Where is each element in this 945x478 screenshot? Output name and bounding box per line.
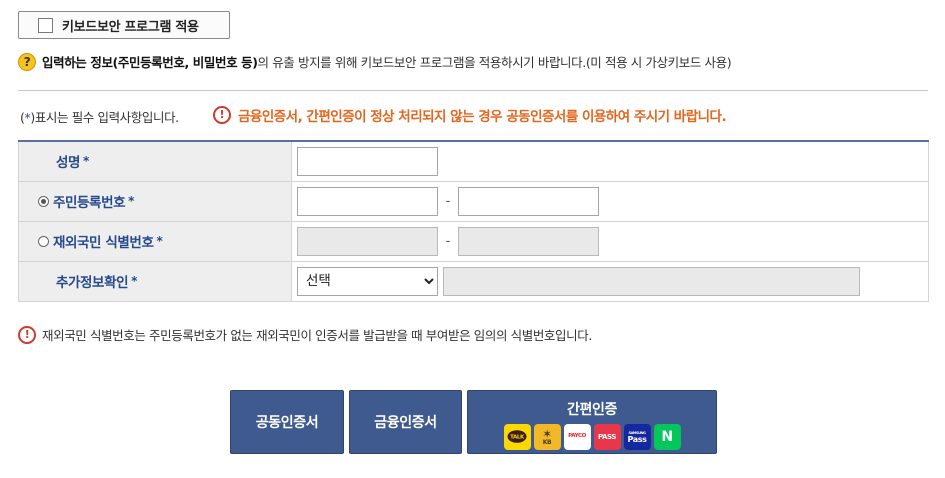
rrn-field-cell: - bbox=[291, 180, 929, 222]
foreigner-notice-text: 재외국민 식별번호는 주민등록번호가 없는 재외국민이 인증서를 발급받을 때 … bbox=[42, 328, 592, 343]
required-star: * bbox=[156, 234, 163, 248]
extra-info-detail-input bbox=[443, 266, 860, 296]
rrn-label: 주민등록번호 bbox=[53, 195, 126, 211]
keyboard-security-checkbox[interactable]: 키보드보안 프로그램 적용 bbox=[18, 11, 230, 39]
foreigner-id-radio[interactable] bbox=[38, 235, 49, 247]
payco-icon: PAYCO bbox=[563, 424, 591, 450]
foreigner-id-back-input bbox=[458, 226, 599, 256]
foreigner-label-cell[interactable]: 재외국민 식별번호 * bbox=[18, 220, 292, 262]
pass-icon: PASS bbox=[593, 424, 621, 450]
foreigner-field-cell: - bbox=[291, 220, 929, 262]
kakao-talk-icon: TALK bbox=[503, 424, 531, 450]
warning-text: 금융인증서, 간편인증이 정상 처리되지 않는 경우 공동인증서를 이용하여 주… bbox=[238, 109, 727, 125]
kb-label: KB bbox=[542, 439, 552, 446]
joint-certificate-button[interactable]: 공동인증서 bbox=[230, 390, 344, 454]
foreigner-separator: - bbox=[445, 233, 451, 249]
exclamation-icon: ! bbox=[18, 325, 36, 344]
simple-auth-button[interactable]: 간편인증 TALK ✶ KB PAYCO PASS SAMSUNG Pass N bbox=[467, 390, 717, 454]
rrn-front-input[interactable] bbox=[297, 186, 438, 216]
naver-label: N bbox=[661, 429, 673, 445]
question-icon: ? bbox=[18, 52, 36, 71]
foreigner-id-front-input bbox=[297, 226, 438, 256]
checkbox-box[interactable] bbox=[38, 17, 53, 33]
pass-label: PASS bbox=[597, 432, 617, 441]
rrn-separator: - bbox=[445, 193, 451, 209]
name-label: 성명 bbox=[56, 155, 81, 172]
name-field-cell bbox=[291, 140, 929, 182]
name-label-cell: 성명 * bbox=[18, 140, 292, 182]
form-row-foreigner-id: 재외국민 식별번호 * - bbox=[18, 220, 929, 262]
financial-certificate-button[interactable]: 금융인증서 bbox=[349, 390, 462, 454]
form-row-name: 성명 * bbox=[18, 140, 929, 182]
rrn-back-input[interactable] bbox=[458, 186, 599, 216]
required-note: (*)표시는 필수 입력사항입니다. bbox=[20, 107, 179, 126]
kb-bank-icon: ✶ KB bbox=[533, 424, 561, 450]
name-input[interactable] bbox=[297, 146, 438, 176]
form-row-extra-info: 추가정보확인 * 선택 bbox=[18, 260, 929, 302]
extra-info-label: 추가정보확인 bbox=[56, 275, 129, 291]
identity-form: 성명 * 주민등록번호 * - 재외국민 식별번호 * - 추가정보확인 * 선… bbox=[18, 140, 929, 302]
required-note-text: 표시는 필수 입력사항입니다. bbox=[34, 110, 179, 125]
kakao-label: TALK bbox=[510, 435, 525, 441]
simple-auth-provider-logos: TALK ✶ KB PAYCO PASS SAMSUNG Pass N bbox=[502, 424, 682, 450]
payco-label: PAYCO bbox=[568, 433, 586, 440]
rrn-label-cell[interactable]: 주민등록번호 * bbox=[18, 180, 292, 222]
naver-icon: N bbox=[653, 424, 681, 450]
keyboard-security-notice: ? 입력하는 정보(주민등록번호, 비밀번호 등) 의 유출 방지를 위해 키보드… bbox=[18, 52, 732, 71]
notice-text: 의 유출 방지를 위해 키보드보안 프로그램을 적용하시기 바랍니다.(미 적용… bbox=[257, 55, 732, 70]
samsung-pass-label: Pass bbox=[627, 434, 647, 444]
joint-certificate-label: 공동인증서 bbox=[255, 415, 319, 431]
notice-bold-text: 입력하는 정보(주민등록번호, 비밀번호 등) bbox=[42, 55, 258, 70]
financial-certificate-label: 금융인증서 bbox=[374, 415, 437, 431]
required-star: * bbox=[128, 194, 135, 208]
certificate-warning: ! 금융인증서, 간편인증이 정상 처리되지 않는 경우 공동인증서를 이용하여… bbox=[213, 105, 727, 125]
simple-auth-label: 간편인증 bbox=[567, 402, 617, 418]
rrn-radio[interactable] bbox=[38, 195, 49, 207]
required-star: * bbox=[131, 274, 138, 288]
samsung-pass-icon: SAMSUNG Pass bbox=[623, 424, 651, 450]
foreigner-id-label: 재외국민 식별번호 bbox=[53, 235, 154, 251]
required-star: * bbox=[83, 154, 89, 169]
extra-field-cell: 선택 bbox=[291, 260, 929, 302]
keyboard-security-label: 키보드보안 프로그램 적용 bbox=[62, 19, 199, 35]
extra-info-select[interactable]: 선택 bbox=[297, 266, 438, 296]
exclamation-icon: ! bbox=[213, 106, 231, 124]
kakao-bubble-icon: TALK bbox=[507, 430, 527, 443]
extra-label-cell: 추가정보확인 * bbox=[18, 260, 292, 302]
form-row-rrn: 주민등록번호 * - bbox=[18, 180, 929, 222]
divider bbox=[18, 90, 928, 91]
foreigner-id-notice: ! 재외국민 식별번호는 주민등록번호가 없는 재외국민이 인증서를 발급받을 … bbox=[18, 325, 592, 344]
